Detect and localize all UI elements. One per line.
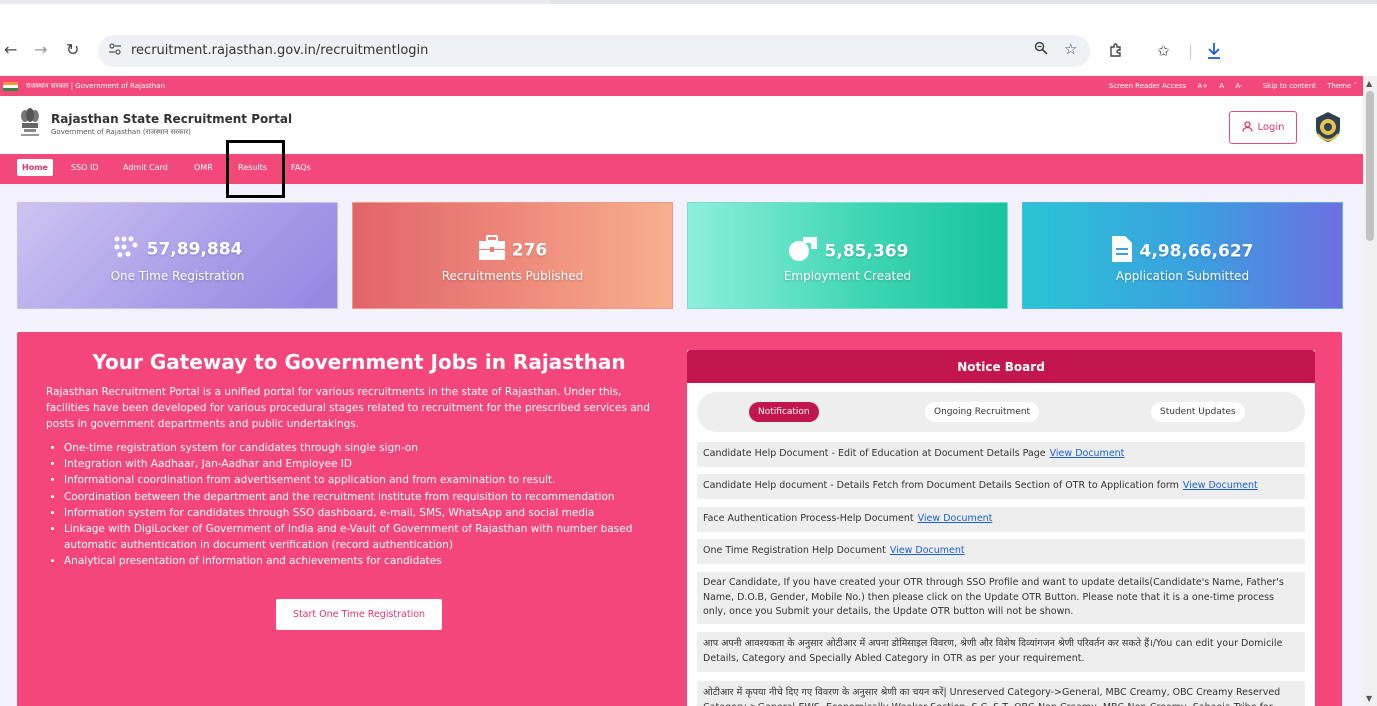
government-label: राजस्थान सरकार | Government of Rajasthan [26, 82, 165, 90]
portal-title: Rajasthan State Recruitment Portal [51, 112, 293, 126]
stat-label: Application Submitted [1115, 269, 1250, 283]
back-arrow-icon[interactable]: ← [4, 40, 17, 59]
stat-card-recruitments: 276 Recruitments Published [352, 202, 673, 309]
zoom-icon[interactable] [1034, 41, 1048, 59]
scroll-up-arrow-icon[interactable]: ▲ [1366, 79, 1372, 88]
tab-ongoing-recruitment[interactable]: Ongoing Recruitment [925, 402, 1040, 422]
gateway-feature-list: One-time registration system for candida… [64, 440, 674, 570]
employment-shape-icon [787, 235, 819, 268]
font-increase-link[interactable]: A+ [1197, 82, 1208, 90]
browser-toolbar: ← → ↻ recruitment.rajasthan.gov.in/recru… [0, 4, 1377, 76]
screen-reader-link[interactable]: Screen Reader Access [1109, 82, 1186, 90]
stat-label: One Time Registration [110, 269, 245, 283]
list-item: Candidate Help Document - Edit of Educat… [697, 442, 1305, 467]
stat-card-employment: 5,85,369 Employment Created [687, 202, 1008, 309]
list-item: Linkage with DigiLocker of Government of… [64, 521, 674, 553]
list-item: Integration with Aadhaar, Jan-Aadhar and… [64, 456, 674, 472]
state-emblem-icon [18, 104, 42, 140]
page-scrollbar[interactable]: ▲ ▼ [1363, 76, 1377, 706]
gateway-section: Your Gateway to Government Jobs in Rajas… [17, 332, 1342, 706]
extensions-icon[interactable] [1108, 42, 1124, 62]
stat-value: 4,98,66,627 [1139, 241, 1254, 262]
site-header: Rajasthan State Recruitment Portal Gover… [0, 96, 1363, 154]
accessibility-links: Screen Reader Access A+ A A- Skip to con… [1100, 82, 1357, 90]
notice-board-title: Notice Board [687, 350, 1315, 383]
india-flag-icon [3, 82, 18, 91]
download-icon[interactable] [1206, 42, 1222, 64]
stat-card-applications: 4,98,66,627 Application Submitted [1022, 202, 1343, 309]
notice-board: Notice Board Notification Ongoing Recrui… [687, 350, 1315, 706]
stat-label: Recruitments Published [441, 269, 584, 283]
login-label: Login [1257, 122, 1285, 133]
stat-label: Employment Created [783, 269, 912, 283]
gateway-intro: Rajasthan Recruitment Portal is a unifie… [46, 386, 650, 430]
menu-home[interactable]: Home [17, 159, 53, 176]
stat-value: 57,89,884 [146, 239, 243, 260]
stat-card-registration: 57,89,884 One Time Registration [17, 202, 338, 309]
forward-arrow-icon[interactable]: → [34, 40, 47, 59]
list-item: आप अपनी आवश्यकता के अनुसार ओटीआर में अपन… [697, 632, 1305, 672]
reload-icon[interactable]: ↻ [66, 40, 79, 59]
start-registration-button[interactable]: Start One Time Registration [276, 599, 442, 630]
recruitment-badge-logo [1312, 110, 1344, 144]
theme-dropdown[interactable]: Theme ˅ [1327, 82, 1357, 90]
list-item: Coordination between the department and … [64, 489, 674, 505]
menu-admit-card[interactable]: Admit Card [123, 163, 168, 172]
url-text: recruitment.rajasthan.gov.in/recruitment… [131, 43, 429, 58]
tab-notification[interactable]: Notification [749, 402, 819, 422]
notice-tabs: Notification Ongoing Recruitment Student… [697, 392, 1305, 432]
login-button[interactable]: Login [1229, 111, 1297, 144]
bookmark-star-icon[interactable]: ☆ [1064, 40, 1077, 58]
notice-text: Candidate Help document - Details Fetch … [703, 480, 1179, 491]
bookmarks-star-icon[interactable]: ✩ [1157, 42, 1170, 60]
tab-student-updates[interactable]: Student Updates [1151, 402, 1245, 422]
skip-content-link[interactable]: Skip to content [1263, 82, 1316, 90]
site-settings-icon[interactable] [108, 42, 122, 56]
briefcase-icon [478, 235, 506, 266]
gateway-title: Your Gateway to Government Jobs in Rajas… [92, 350, 626, 374]
notice-text: Candidate Help Document - Edit of Educat… [703, 448, 1046, 459]
user-icon [1241, 120, 1253, 135]
list-item: Face Authentication Process-Help Documen… [697, 507, 1305, 532]
government-bar: राजस्थान सरकार | Government of Rajasthan… [0, 76, 1363, 96]
scroll-down-arrow-icon[interactable]: ▼ [1366, 694, 1372, 703]
list-item: Candidate Help document - Details Fetch … [697, 474, 1305, 499]
main-menu: Home SSO ID Admit Card OMR Results FAQs [0, 154, 1363, 184]
document-icon [1111, 235, 1133, 268]
menu-sso-id[interactable]: SSO ID [71, 163, 99, 172]
stat-value: 5,85,369 [824, 241, 909, 262]
scrollbar-thumb[interactable] [1366, 91, 1374, 241]
portal-subtitle: Government of Rajasthan (राजस्थान सरकार) [51, 128, 191, 136]
list-item: One-time registration system for candida… [64, 440, 674, 456]
view-document-link[interactable]: View Document [1050, 448, 1125, 459]
view-document-link[interactable]: View Document [918, 513, 993, 524]
stat-value: 276 [511, 240, 548, 261]
list-item: Information system for candidates throug… [64, 505, 674, 521]
fingerprint-dots-icon [113, 235, 141, 264]
notice-text: Dear Candidate, If you have created your… [703, 577, 1284, 617]
list-item: Dear Candidate, If you have created your… [697, 572, 1305, 624]
notice-text: One Time Registration Help Document [703, 545, 886, 556]
notice-text: ओटीआर में कृपया नीचे दिए गए विवरण के अनु… [703, 687, 1281, 706]
list-item: ओटीआर में कृपया नीचे दिए गए विवरण के अनु… [697, 681, 1305, 706]
menu-faqs[interactable]: FAQs [291, 163, 311, 172]
address-bar[interactable]: recruitment.rajasthan.gov.in/recruitment… [98, 35, 1090, 67]
notice-text: आप अपनी आवश्यकता के अनुसार ओटीआर में अपन… [703, 638, 1283, 664]
font-normal-link[interactable]: A [1219, 82, 1224, 90]
page: राजस्थान सरकार | Government of Rajasthan… [0, 76, 1363, 706]
font-decrease-link[interactable]: A- [1235, 82, 1242, 90]
list-item: Analytical presentation of information a… [64, 553, 674, 569]
results-highlight-box [226, 140, 285, 198]
toolbar-divider: | [1188, 42, 1194, 60]
menu-omr[interactable]: OMR [194, 163, 213, 172]
list-item: Informational coordination from advertis… [64, 472, 674, 488]
view-document-link[interactable]: View Document [890, 545, 965, 556]
view-document-link[interactable]: View Document [1183, 480, 1258, 491]
notice-text: Face Authentication Process-Help Documen… [703, 513, 914, 524]
list-item: One Time Registration Help Document View … [697, 539, 1305, 564]
